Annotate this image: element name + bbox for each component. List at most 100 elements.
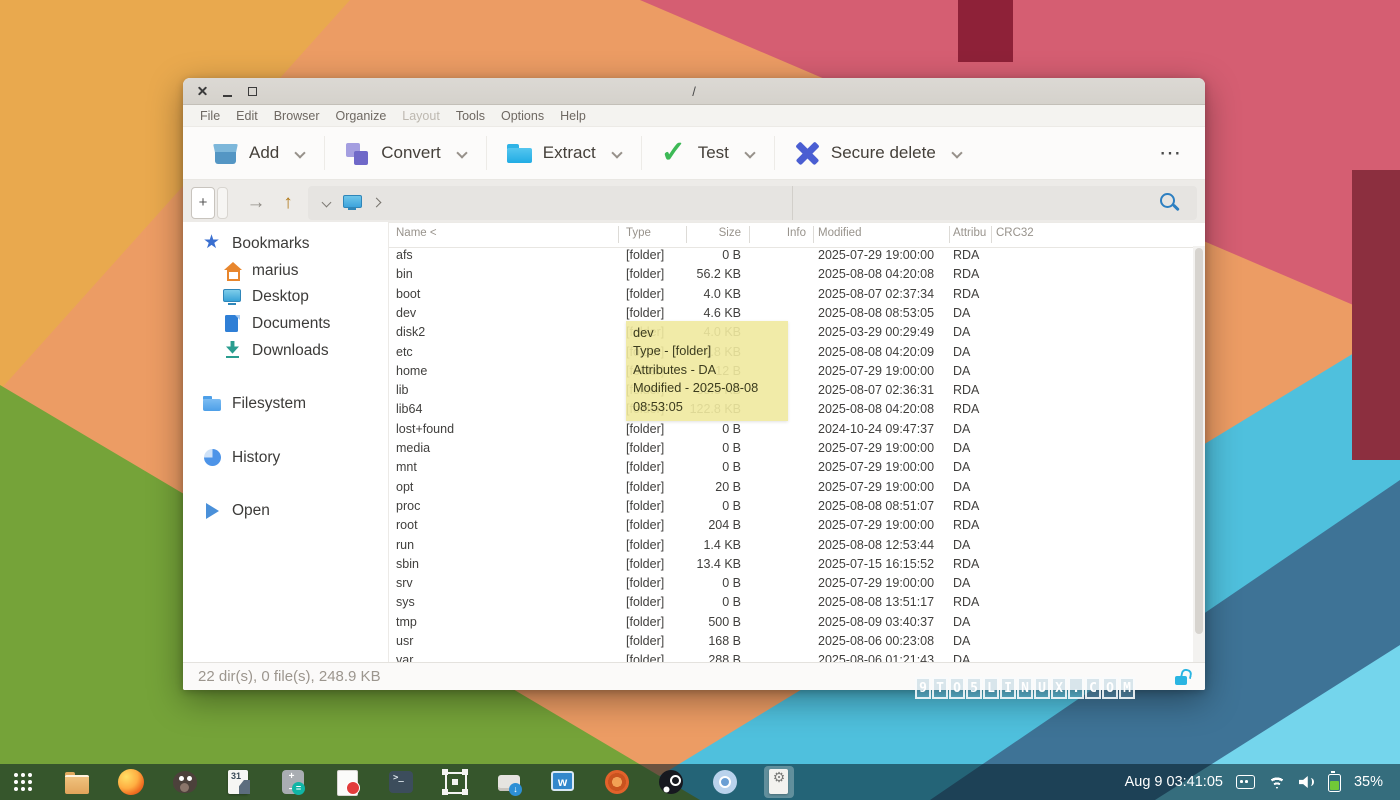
- file-row[interactable]: sys [folder] 0 B 2025-08-08 13:51:17 RDA: [389, 593, 1192, 612]
- toolbar-secure-delete-button[interactable]: Secure delete: [782, 131, 974, 175]
- toolbar-add-button[interactable]: Add: [200, 131, 317, 175]
- file-row[interactable]: etc[folder]4.8 KB2025-08-08 04:20:09DA: [389, 343, 1192, 362]
- secure-delete-icon: [794, 140, 821, 167]
- file-row[interactable]: lib64[folder]122.8 KB2025-08-08 04:20:08…: [389, 400, 1192, 419]
- column-divider: [813, 226, 814, 243]
- computer-icon[interactable]: [343, 195, 362, 210]
- file-row[interactable]: run [folder] 1.4 KB 2025-08-08 12:53:44 DA: [389, 536, 1192, 555]
- column-header-type[interactable]: Type: [626, 227, 651, 239]
- sidebar-item-filesystem[interactable]: Filesystem: [183, 391, 388, 418]
- file-row[interactable]: opt [folder] 20 B 2025-07-29 19:00:00 DA: [389, 478, 1192, 497]
- convert-icon: [344, 140, 371, 167]
- cell: 0 B: [722, 595, 741, 610]
- tab-stub-button[interactable]: [217, 186, 228, 219]
- chevron-down-icon[interactable]: [295, 148, 305, 158]
- folder-icon: [203, 394, 223, 414]
- document-icon: [223, 314, 243, 334]
- chevron-down-icon[interactable]: [457, 148, 467, 158]
- forward-button[interactable]: →: [244, 192, 268, 214]
- toolbar-convert-button[interactable]: Convert: [332, 131, 479, 175]
- menu-edit[interactable]: Edit: [228, 109, 266, 123]
- cell: 0 B: [722, 248, 741, 262]
- file-row[interactable]: mnt [folder] 0 B 2025-07-29 19:00:00 DA: [389, 458, 1192, 477]
- cell: 2024-10-24 09:47:37: [818, 421, 935, 436]
- taskbar-calendar[interactable]: 31: [224, 766, 254, 798]
- sidebar-item-bookmarks[interactable]: Bookmarks: [183, 231, 388, 258]
- menu-organize[interactable]: Organize: [328, 109, 395, 123]
- file-row[interactable]: disk2[folder]4.0 KB2025-03-29 00:29:49DA: [389, 323, 1192, 342]
- column-header-crc32[interactable]: CRC32: [996, 227, 1034, 239]
- taskbar-texteditor[interactable]: [332, 766, 362, 798]
- file-row[interactable]: boot [folder] 4.0 KB 2025-08-07 02:37:34 RDA: [389, 285, 1192, 304]
- menu-browser[interactable]: Browser: [266, 109, 328, 123]
- menu-help[interactable]: Help: [552, 109, 594, 123]
- column-divider: [949, 226, 950, 243]
- sidebar-item-desktop[interactable]: Desktop: [183, 284, 388, 311]
- taskbar-chromium[interactable]: [710, 766, 740, 798]
- file-row[interactable]: usr [folder] 168 B 2025-08-06 00:23:08 DA: [389, 632, 1192, 651]
- chevron-down-icon[interactable]: [952, 148, 962, 158]
- up-button[interactable]: ↑: [276, 192, 300, 214]
- file-row[interactable]: tmp [folder] 500 B 2025-08-09 03:40:37 DA: [389, 613, 1192, 632]
- sidebar-item-documents[interactable]: Documents: [183, 311, 388, 338]
- file-row[interactable]: home[folder]12 B2025-07-29 19:00:00DA: [389, 362, 1192, 381]
- search-input[interactable]: [792, 185, 1197, 220]
- taskbar-steam[interactable]: [656, 766, 686, 798]
- wifi-icon[interactable]: [1267, 775, 1286, 789]
- menu-tools[interactable]: Tools: [448, 109, 493, 123]
- cell: 0 B: [722, 421, 741, 436]
- chevron-down-icon[interactable]: [612, 148, 622, 158]
- menu-file[interactable]: File: [192, 109, 228, 123]
- taskbar-frame[interactable]: [440, 766, 470, 798]
- address-field[interactable]: [308, 185, 792, 220]
- file-row[interactable]: root [folder] 204 B 2025-07-29 19:00:00 RDA: [389, 516, 1192, 535]
- taskbar-software[interactable]: [494, 766, 524, 798]
- unlock-icon[interactable]: [1175, 669, 1190, 685]
- file-row[interactable]: media [folder] 0 B 2025-07-29 19:00:00 DA: [389, 439, 1192, 458]
- file-row[interactable]: lost+found [folder] 0 B 2024-10-24 09:47:37…: [389, 420, 1192, 439]
- clock[interactable]: Aug 9 03:41:05: [1125, 774, 1223, 790]
- cell: 1.4 KB: [703, 537, 741, 552]
- touchpad-icon[interactable]: [1235, 775, 1255, 789]
- volume-icon[interactable]: [1299, 775, 1315, 789]
- toolbar-test-button[interactable]: Test: [649, 131, 767, 175]
- menu-options[interactable]: Options: [493, 109, 552, 123]
- taskbar-launcher[interactable]: [8, 766, 38, 798]
- file-row[interactable]: dev [folder] 4.6 KB 2025-08-08 08:53:05 DA: [389, 304, 1192, 323]
- vertical-scrollbar[interactable]: [1193, 246, 1205, 663]
- sidebar-item-marius[interactable]: marius: [183, 258, 388, 285]
- battery-icon[interactable]: [1327, 771, 1341, 792]
- sidebar-item-downloads[interactable]: Downloads: [183, 337, 388, 364]
- chevron-down-icon[interactable]: [322, 198, 331, 207]
- taskbar-peazip[interactable]: [764, 766, 794, 798]
- file-row[interactable]: sbin [folder] 13.4 KB 2025-07-15 16:15:52 RD…: [389, 555, 1192, 574]
- sidebar-item-history[interactable]: History: [183, 445, 388, 472]
- scrollbar-thumb[interactable]: [1195, 248, 1203, 634]
- file-row[interactable]: bin [folder] 56.2 KB 2025-08-08 04:20:08 RDA: [389, 265, 1192, 284]
- sidebar-item-open[interactable]: Open: [183, 498, 388, 525]
- column-header-modified[interactable]: Modified: [818, 227, 861, 239]
- taskbar-xnview[interactable]: [602, 766, 632, 798]
- new-tab-button[interactable]: +: [191, 186, 215, 219]
- file-row[interactable]: afs [folder] 0 B 2025-07-29 19:00:00 RDA: [389, 246, 1192, 265]
- taskbar-firefox[interactable]: [116, 766, 146, 798]
- taskbar-terminal[interactable]: [386, 766, 416, 798]
- taskbar-calculator[interactable]: [278, 766, 308, 798]
- more-options-button[interactable]: ⋯: [1159, 140, 1188, 166]
- column-header-name-<[interactable]: Name <: [396, 227, 437, 239]
- column-header-attribu[interactable]: Attribu: [953, 227, 989, 239]
- column-header-size[interactable]: Size: [681, 227, 741, 239]
- cell: DA: [953, 421, 971, 436]
- chevron-down-icon[interactable]: [745, 148, 755, 158]
- search-icon[interactable]: [1160, 192, 1180, 213]
- file-row[interactable]: lib[folder]35.3 KB2025-08-07 02:36:31RDA: [389, 381, 1192, 400]
- menu-layout[interactable]: Layout: [394, 109, 448, 123]
- column-header-info[interactable]: Info: [756, 227, 806, 239]
- watermark-letter: T: [932, 677, 948, 699]
- taskbar-files[interactable]: [62, 766, 92, 798]
- file-row[interactable]: srv [folder] 0 B 2025-07-29 19:00:00 DA: [389, 574, 1192, 593]
- taskbar-gimp[interactable]: [170, 766, 200, 798]
- toolbar-extract-button[interactable]: Extract: [494, 131, 634, 175]
- taskbar-monitor-app[interactable]: [548, 766, 578, 798]
- file-row[interactable]: proc [folder] 0 B 2025-08-08 08:51:07 RDA: [389, 497, 1192, 516]
